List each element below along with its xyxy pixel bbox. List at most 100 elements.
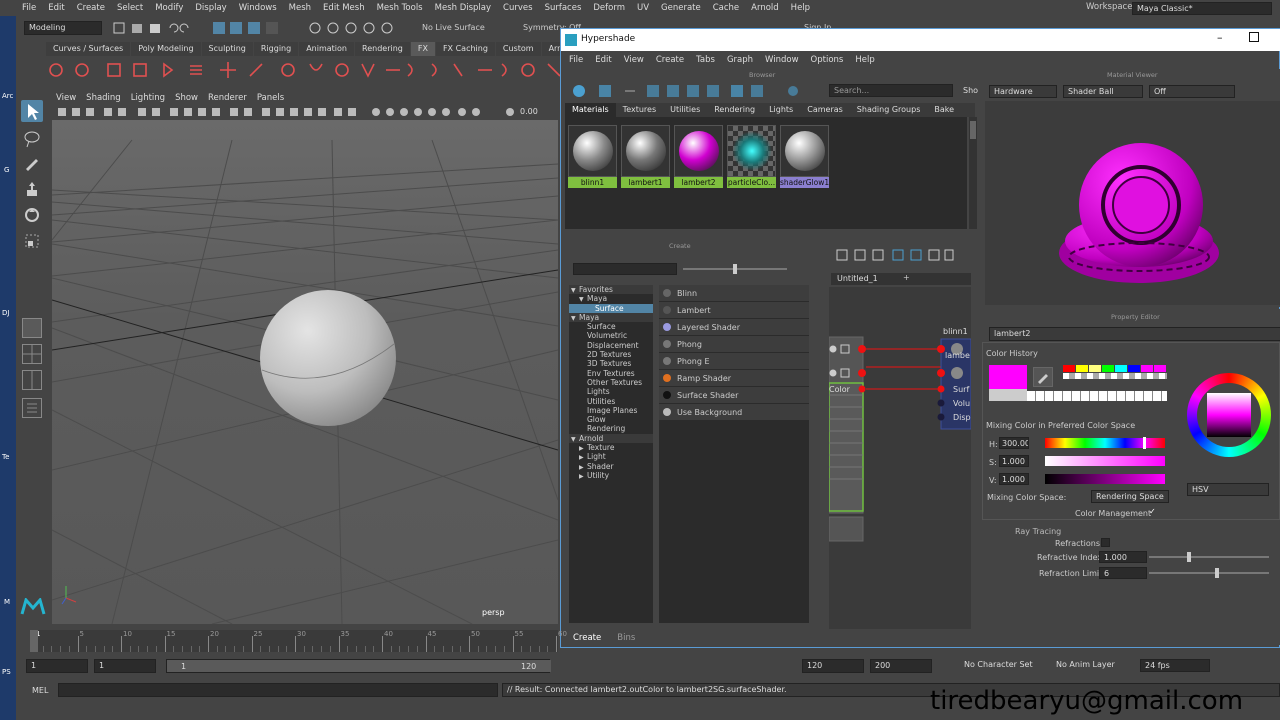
command-input[interactable]	[58, 683, 498, 697]
history-color-swatch[interactable]	[1154, 365, 1166, 372]
browser-tab-shading-groups[interactable]: Shading Groups	[850, 103, 928, 117]
history-color-swatch[interactable]	[1089, 365, 1101, 372]
create-tree-item-maya[interactable]: ▼ Maya	[569, 294, 653, 303]
menu-item-curves[interactable]: Curves	[497, 1, 539, 15]
refraction-limit-field[interactable]: 6	[1099, 567, 1147, 579]
layout-four-icon[interactable]	[22, 344, 42, 364]
history-color-swatch[interactable]	[1128, 365, 1140, 372]
mel-label[interactable]: MEL	[32, 686, 48, 695]
hypershade-menu-options[interactable]: Options	[805, 53, 850, 67]
rotate-tool-icon[interactable]	[23, 206, 41, 224]
create-tree-item-3d-textures[interactable]: 3D Textures	[569, 359, 653, 368]
current-time-marker[interactable]	[30, 630, 38, 652]
hypershade-menu-edit[interactable]: Edit	[589, 53, 617, 67]
node-editor-toolbar[interactable]	[835, 247, 955, 263]
refractions-checkbox[interactable]	[1101, 538, 1110, 547]
refractive-index-slider[interactable]	[1149, 552, 1269, 562]
node-name-field[interactable]: lambert2	[989, 327, 1280, 341]
mv-geometry-dropdown[interactable]: Shader Ball	[1063, 85, 1143, 98]
viewport-menu-panels[interactable]: Panels	[253, 92, 290, 104]
create-tree-item-utility[interactable]: ▶ Utility	[569, 471, 653, 480]
minimize-button[interactable]: –	[1217, 31, 1223, 44]
character-set-dropdown[interactable]: No Character Set	[960, 659, 1042, 672]
refraction-limit-slider[interactable]	[1149, 568, 1269, 578]
hypershade-bottom-tab-create[interactable]: Create	[565, 631, 609, 645]
create-tree-item-surface[interactable]: Surface	[569, 322, 653, 331]
create-tree-item-other-textures[interactable]: Other Textures	[569, 378, 653, 387]
create-search-input[interactable]	[573, 263, 677, 275]
history-color-swatch[interactable]	[1102, 365, 1114, 372]
shelf-tab-poly-modeling[interactable]: Poly Modeling	[131, 42, 201, 56]
create-tree-item-favorites[interactable]: ▼ Favorites	[569, 285, 653, 295]
shelf-tab-rigging[interactable]: Rigging	[253, 42, 299, 56]
create-node-surface-shader[interactable]: Surface Shader	[659, 387, 809, 404]
create-tree-item-image-planes[interactable]: Image Planes	[569, 406, 653, 415]
mv-lighting-dropdown[interactable]: Off	[1149, 85, 1235, 98]
create-icon-size-slider[interactable]	[683, 264, 787, 274]
shelf-tab-rendering[interactable]: Rendering	[355, 42, 410, 56]
browser-tab-textures[interactable]: Textures	[616, 103, 663, 117]
create-tree-item-rendering[interactable]: Rendering	[569, 424, 653, 433]
menu-item-mesh-tools[interactable]: Mesh Tools	[371, 1, 429, 15]
create-tree-item-shader[interactable]: ▶ Shader	[569, 462, 653, 471]
time-slider[interactable]: 1 5 10 15 20 25 30 35 40 45 50 55 60	[16, 628, 567, 654]
refractive-index-field[interactable]: 1.000	[1099, 551, 1147, 563]
create-tree-item-utilities[interactable]: Utilities	[569, 397, 653, 406]
menu-item-mesh[interactable]: Mesh	[283, 1, 317, 15]
create-tree-item-texture[interactable]: ▶ Texture	[569, 443, 653, 452]
menu-item-file[interactable]: File	[16, 1, 42, 15]
sphere-object[interactable]	[260, 290, 396, 426]
browser-tab-lights[interactable]: Lights	[762, 103, 800, 117]
menu-item-arnold[interactable]: Arnold	[745, 1, 785, 15]
create-tree-item-lights[interactable]: Lights	[569, 387, 653, 396]
browser-show-button[interactable]: Sho	[963, 86, 978, 95]
browser-tab-utilities[interactable]: Utilities	[663, 103, 707, 117]
color-wheel[interactable]	[1187, 373, 1271, 457]
create-tree-item-glow[interactable]: Glow	[569, 415, 653, 424]
layout-two-icon[interactable]	[22, 370, 42, 390]
scale-tool-icon[interactable]	[23, 232, 41, 250]
menu-item-uv[interactable]: UV	[631, 1, 655, 15]
material-swatch[interactable]: blinn1	[568, 125, 617, 188]
create-node-ramp-shader[interactable]: Ramp Shader	[659, 370, 809, 387]
fps-dropdown[interactable]: 24 fps	[1140, 659, 1210, 672]
viewport-menu-show[interactable]: Show	[171, 92, 204, 104]
graph-tab-add-button[interactable]: +	[903, 273, 910, 282]
create-node-layered-shader[interactable]: Layered Shader	[659, 319, 809, 336]
selection-mask-icons[interactable]	[212, 21, 292, 35]
shelf-tab-curves-surfaces[interactable]: Curves / Surfaces	[46, 42, 131, 56]
shelf-icons[interactable]	[44, 58, 584, 82]
create-tree-item-maya[interactable]: ▼ Maya	[569, 312, 653, 323]
hypershade-menu-window[interactable]: Window	[759, 53, 805, 67]
create-node-phong[interactable]: Phong	[659, 336, 809, 353]
create-tree-item-volumetric[interactable]: Volumetric	[569, 331, 653, 340]
menu-item-cache[interactable]: Cache	[707, 1, 745, 15]
create-node-blinn[interactable]: Blinn	[659, 285, 809, 302]
hypershade-menu-graph[interactable]: Graph	[721, 53, 759, 67]
anim-layer-dropdown[interactable]: No Anim Layer	[1052, 659, 1132, 672]
material-swatch[interactable]: shaderGlow1	[780, 125, 829, 188]
material-preview[interactable]	[985, 101, 1280, 305]
s-field[interactable]: 1.000	[999, 455, 1029, 467]
menu-item-windows[interactable]: Windows	[233, 1, 283, 15]
shelf-tab-fx[interactable]: FX	[410, 42, 435, 56]
menu-item-generate[interactable]: Generate	[655, 1, 707, 15]
v-slider[interactable]	[1045, 474, 1165, 484]
shelf-tab-animation[interactable]: Animation	[299, 42, 354, 56]
select-tool-icon[interactable]	[21, 100, 43, 122]
history-color-swatch[interactable]	[1063, 365, 1075, 372]
hypershade-bottom-tab-bins[interactable]: Bins	[609, 631, 643, 645]
current-color-swatch[interactable]	[989, 365, 1027, 389]
viewport-menu-renderer[interactable]: Renderer	[204, 92, 253, 104]
start-time-field[interactable]: 1	[26, 659, 88, 673]
ray-tracing-section[interactable]: Ray Tracing	[1015, 527, 1061, 536]
hypershade-menu-view[interactable]: View	[618, 53, 650, 67]
mode-dropdown[interactable]: Modeling	[24, 21, 102, 35]
v-field[interactable]: 1.000	[999, 473, 1029, 485]
browser-tab-bake[interactable]: Bake	[927, 103, 961, 117]
previous-color-swatch[interactable]	[989, 389, 1027, 401]
graph-canvas[interactable]: Color blinn1 lambe Surf Volu Disp	[829, 287, 971, 629]
viewport-menu-lighting[interactable]: Lighting	[127, 92, 171, 104]
live-surface-label[interactable]: No Live Surface	[422, 23, 485, 32]
paint-tool-icon[interactable]	[23, 154, 41, 172]
